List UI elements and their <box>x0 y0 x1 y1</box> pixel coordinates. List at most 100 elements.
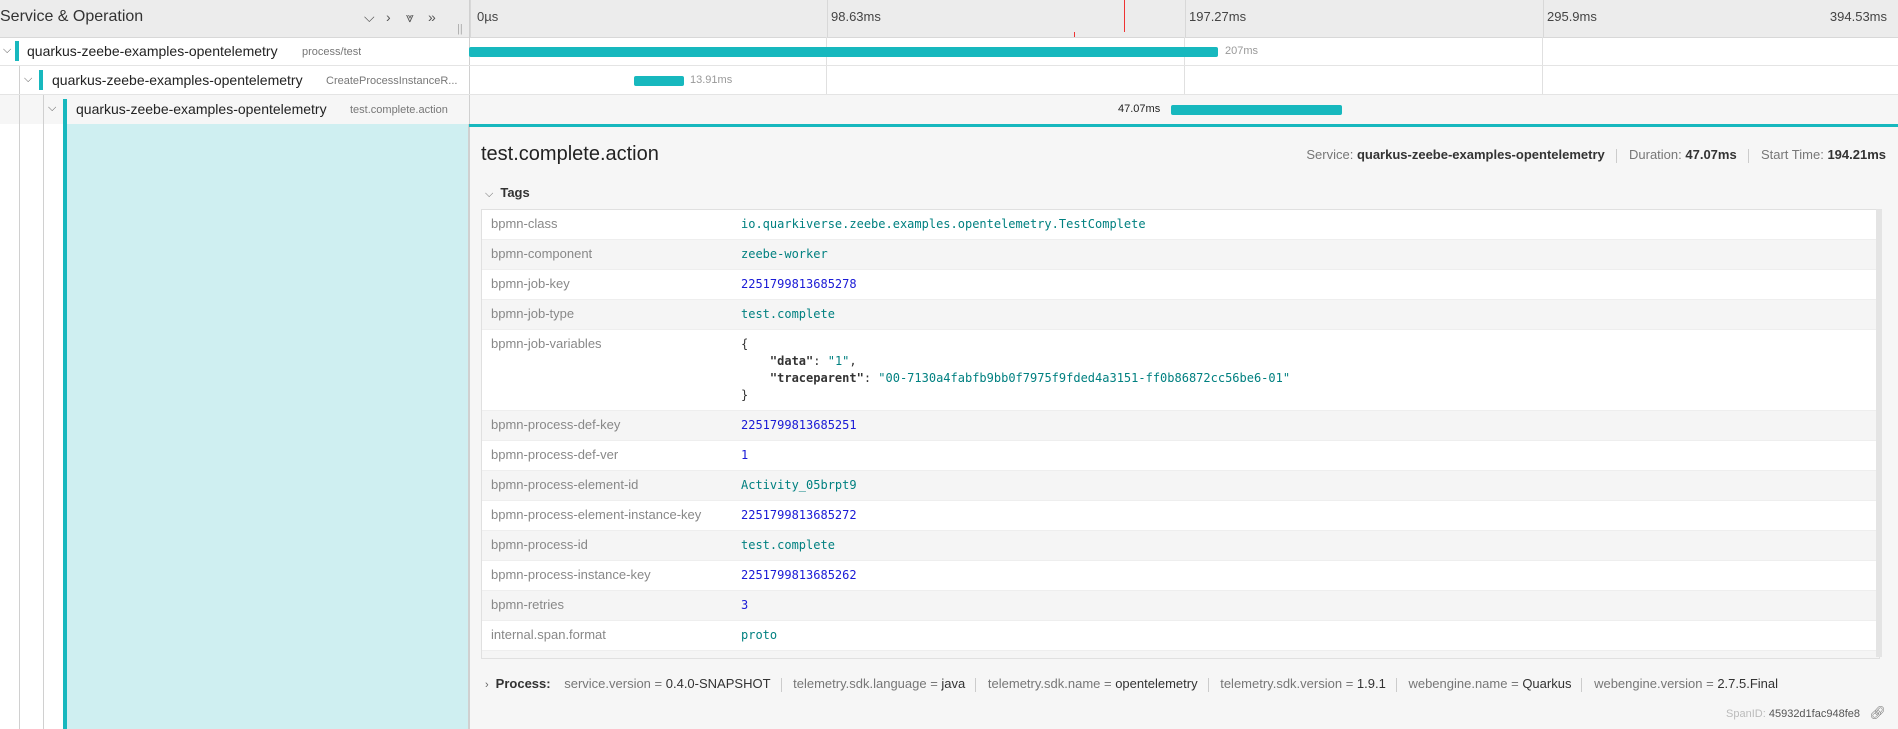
tag-row: otel.library.nameio.quarkus.opentelemetr… <box>482 651 1879 658</box>
tag-key: bpmn-process-instance-key <box>491 567 651 582</box>
detail-accent-border <box>469 124 1898 127</box>
chevron-down-icon[interactable]: ⌵ <box>24 73 32 86</box>
process-kv: webengine.name = Quarkus <box>1408 676 1572 691</box>
process-value: opentelemetry <box>1115 676 1198 691</box>
indent-guide <box>43 124 44 729</box>
tick-line <box>470 0 471 37</box>
span-detail-title: test.complete.action <box>481 143 659 165</box>
operation-name: test.complete.action <box>350 104 448 116</box>
tag-key: bpmn-class <box>491 216 558 231</box>
chevron-down-icon[interactable]: ⌵ <box>48 102 56 115</box>
tick-label: 295.9ms <box>1547 9 1597 24</box>
process-toggle[interactable]: › Process: service.version = 0.4.0-SNAPSH… <box>485 676 1784 692</box>
operation-name: CreateProcessInstanceR... <box>326 75 458 87</box>
json-key: "data" <box>769 354 814 368</box>
chevron-down-icon: ⌵ <box>485 188 494 200</box>
json-value: "1" <box>827 354 850 368</box>
process-kv: telemetry.sdk.version = 1.9.1 <box>1220 676 1386 691</box>
indent-guide <box>19 95 20 124</box>
chevron-down-icon[interactable]: ⌵ <box>364 9 375 26</box>
tag-key: bpmn-job-variables <box>491 336 602 351</box>
span-bar[interactable] <box>1171 105 1342 115</box>
tag-row: bpmn-process-element-instance-key 2251799… <box>482 501 1879 531</box>
divider <box>975 677 977 692</box>
link-icon[interactable]: 🔗︎ <box>1869 705 1886 721</box>
service-name: quarkus-zeebe-examples-opentelemetry <box>27 43 278 59</box>
process-kv: service.version = 0.4.0-SNAPSHOT <box>564 676 771 691</box>
tag-row: bpmn-class io.quarkiverse.zeebe.examples.… <box>482 210 1879 240</box>
tag-value: 2251799813685278 <box>741 277 857 291</box>
json-brace: { <box>741 337 749 351</box>
span-id-value: 45932d1fac948fe8 <box>1768 708 1860 720</box>
indent-guide <box>19 66 20 94</box>
process-key: service.version <box>564 676 651 691</box>
span-id-label: SpanID: <box>1726 708 1766 720</box>
span-row[interactable]: ⌵ quarkus-zeebe-examples-opentelemetry C… <box>0 66 1898 95</box>
tag-value: test.complete <box>741 307 835 321</box>
tag-key: internal.span.format <box>491 627 606 642</box>
process-kv: telemetry.sdk.name = opentelemetry <box>987 676 1198 691</box>
process-value: 2.7.5.Final <box>1717 676 1779 691</box>
span-bar[interactable] <box>634 76 684 86</box>
tick-line <box>1543 0 1544 37</box>
span-id: SpanID: 45932d1fac948fe8 <box>1726 708 1860 720</box>
divider <box>1395 677 1397 692</box>
tag-value: Activity_05brpt9 <box>741 478 857 492</box>
service-name: quarkus-zeebe-examples-opentelemetry <box>52 72 303 88</box>
tag-row: bpmn-job-key 2251799813685278 <box>482 270 1879 300</box>
tick-label: 0µs <box>477 9 499 24</box>
double-chevron-right-icon[interactable]: » <box>428 9 436 25</box>
span-bar[interactable] <box>469 47 1218 57</box>
divider <box>1748 148 1750 163</box>
double-chevron-down-icon[interactable]: ⩔ <box>406 9 414 26</box>
divider <box>1207 677 1209 692</box>
operation-name: process/test <box>302 46 362 58</box>
tick-label: 197.27ms <box>1189 9 1247 24</box>
divider <box>1581 677 1583 692</box>
timeline-header[interactable]: 0µs 98.63ms 197.27ms 295.9ms 394.53ms <box>469 0 1898 38</box>
service-meta-label: Service: <box>1306 147 1354 162</box>
column-resizer[interactable]: || <box>457 23 463 35</box>
span-duration-label: 47.07ms <box>1118 103 1161 115</box>
span-name-cell[interactable]: ⌵ quarkus-zeebe-examples-opentelemetry p… <box>0 37 470 65</box>
tags-toggle[interactable]: ⌵ Tags <box>485 185 530 201</box>
tags-label: Tags <box>500 185 530 200</box>
column-title: Service & Operation <box>0 8 144 25</box>
span-duration-label: 13.91ms <box>690 74 733 86</box>
tag-row: bpmn-job-variables { "data": "1", "tracep… <box>482 330 1879 411</box>
tick-label: 98.63ms <box>831 9 881 24</box>
tags-table[interactable]: bpmn-class io.quarkiverse.zeebe.examples.… <box>481 209 1880 659</box>
process-key: telemetry.sdk.name <box>987 676 1101 691</box>
tag-key: bpmn-process-element-instance-key <box>491 507 702 522</box>
span-name-cell[interactable]: ⌵ quarkus-zeebe-examples-opentelemetry t… <box>0 95 470 124</box>
tag-key: otel.library.name <box>482 651 741 658</box>
json-value: "00-7130a4fabfb9bb0f7975f9fded4a3151-ff0… <box>878 371 1291 385</box>
tag-value: 2251799813685251 <box>741 418 857 432</box>
span-name-cell[interactable]: ⌵ quarkus-zeebe-examples-opentelemetry C… <box>0 66 470 94</box>
detail-row-left-pane <box>67 124 469 729</box>
divider <box>780 677 782 692</box>
service-meta-value: quarkus-zeebe-examples-opentelemetry <box>1356 147 1605 162</box>
indent-guide <box>19 124 20 729</box>
chevron-down-icon[interactable]: ⌵ <box>3 44 11 57</box>
tag-value: io.quarkiverse.zeebe.examples.openteleme… <box>741 217 1146 231</box>
service-color-bar <box>39 70 43 90</box>
span-detail-meta: Service: quarkus-zeebe-examples-opentele… <box>1306 147 1886 163</box>
process-kv: telemetry.sdk.language = java <box>793 676 966 691</box>
process-key: telemetry.sdk.language <box>793 676 927 691</box>
tag-key: bpmn-job-key <box>491 276 570 291</box>
span-row-selected[interactable]: ⌵ quarkus-zeebe-examples-opentelemetry t… <box>0 95 1898 124</box>
process-key: telemetry.sdk.version <box>1220 676 1343 691</box>
span-row[interactable]: ⌵ quarkus-zeebe-examples-opentelemetry p… <box>0 37 1898 66</box>
tags-scrollbar[interactable] <box>1876 209 1882 657</box>
service-color-bar <box>63 99 67 124</box>
tag-value: io.quarkus.opentelemetry <box>741 651 914 658</box>
divider <box>1616 148 1618 163</box>
tag-key: bpmn-process-id <box>491 537 588 552</box>
chevron-right-icon[interactable]: › <box>386 9 391 25</box>
tag-value: 2251799813685272 <box>741 508 857 522</box>
tag-value: 1 <box>741 448 749 462</box>
tag-value-json: { "data": "1", "traceparent": "00-7130a4… <box>741 337 1291 402</box>
process-key: webengine.name <box>1408 676 1508 691</box>
tag-key: bpmn-process-def-ver <box>491 447 619 462</box>
